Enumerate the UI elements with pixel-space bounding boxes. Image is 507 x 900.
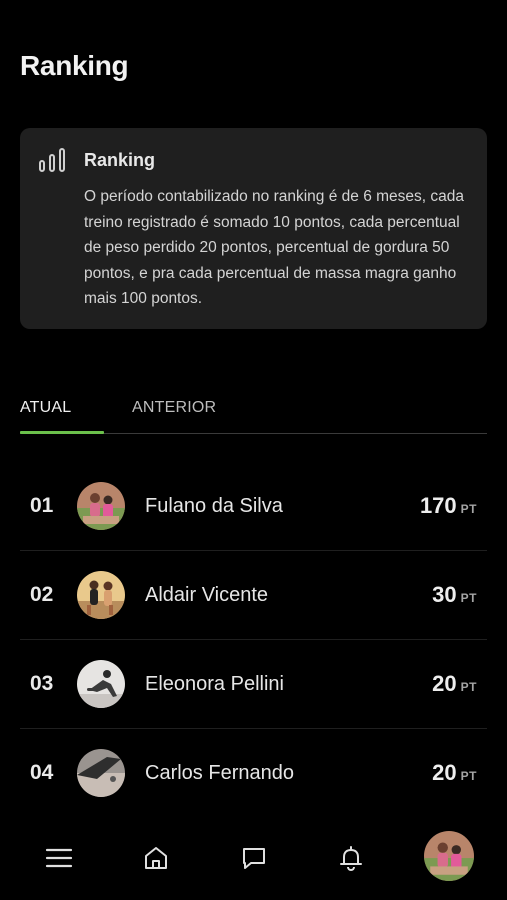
ranking-row[interactable]: 01 Fulano da Silva 170 PT <box>20 462 487 551</box>
avatar <box>77 660 125 708</box>
athlete-name: Eleonora Pellini <box>145 673 284 695</box>
rank-position: 02 <box>30 583 54 606</box>
avatar <box>77 749 125 797</box>
active-tab-indicator <box>20 431 104 434</box>
ranking-tabs: ATUAL ANTERIOR <box>20 388 487 434</box>
athlete-name: Carlos Fernando <box>145 762 294 784</box>
ranking-row[interactable]: 02 Aldair Vicente 30 PT <box>20 551 487 640</box>
info-card-title: Ranking <box>84 150 156 170</box>
points-value: 20 <box>432 760 457 785</box>
menu-icon[interactable] <box>44 843 74 873</box>
points-unit: PT <box>460 680 477 694</box>
profile-avatar[interactable] <box>424 831 474 881</box>
rank-position: 01 <box>30 494 54 517</box>
score: 170 PT <box>420 493 477 519</box>
ranking-row[interactable]: 04 Carlos Fernando 20 PT <box>20 729 487 818</box>
avatar <box>77 571 125 619</box>
avatar <box>77 482 125 530</box>
score: 20 PT <box>432 760 477 786</box>
rank-position: 04 <box>30 761 54 784</box>
chat-icon[interactable] <box>239 843 269 873</box>
points-value: 170 <box>419 493 457 518</box>
ranking-row[interactable]: 03 Eleonora Pellini 20 PT <box>20 640 487 729</box>
rank-position: 03 <box>30 672 54 695</box>
score: 20 PT <box>432 671 477 697</box>
page-title: Ranking <box>20 50 129 81</box>
ranking-list: 01 Fulano da Silva 170 PT 02 Aldair Vice… <box>20 462 487 818</box>
score: 30 PT <box>432 582 477 608</box>
tab-atual[interactable]: ATUAL <box>20 399 71 417</box>
bar-chart-icon <box>39 148 65 172</box>
home-icon[interactable] <box>141 843 171 873</box>
athlete-name: Aldair Vicente <box>145 584 269 606</box>
points-unit: PT <box>460 502 477 516</box>
bell-icon[interactable] <box>336 843 366 873</box>
info-card: Ranking O período contabilizado no ranki… <box>20 128 487 329</box>
points-value: 30 <box>432 582 457 607</box>
bottom-nav <box>0 820 507 900</box>
points-unit: PT <box>460 769 477 783</box>
info-card-text: O período contabilizado no ranking é de … <box>84 188 464 307</box>
athlete-name: Fulano da Silva <box>145 495 283 517</box>
points-unit: PT <box>460 591 477 605</box>
tab-anterior[interactable]: ANTERIOR <box>132 399 216 417</box>
points-value: 20 <box>432 671 457 696</box>
